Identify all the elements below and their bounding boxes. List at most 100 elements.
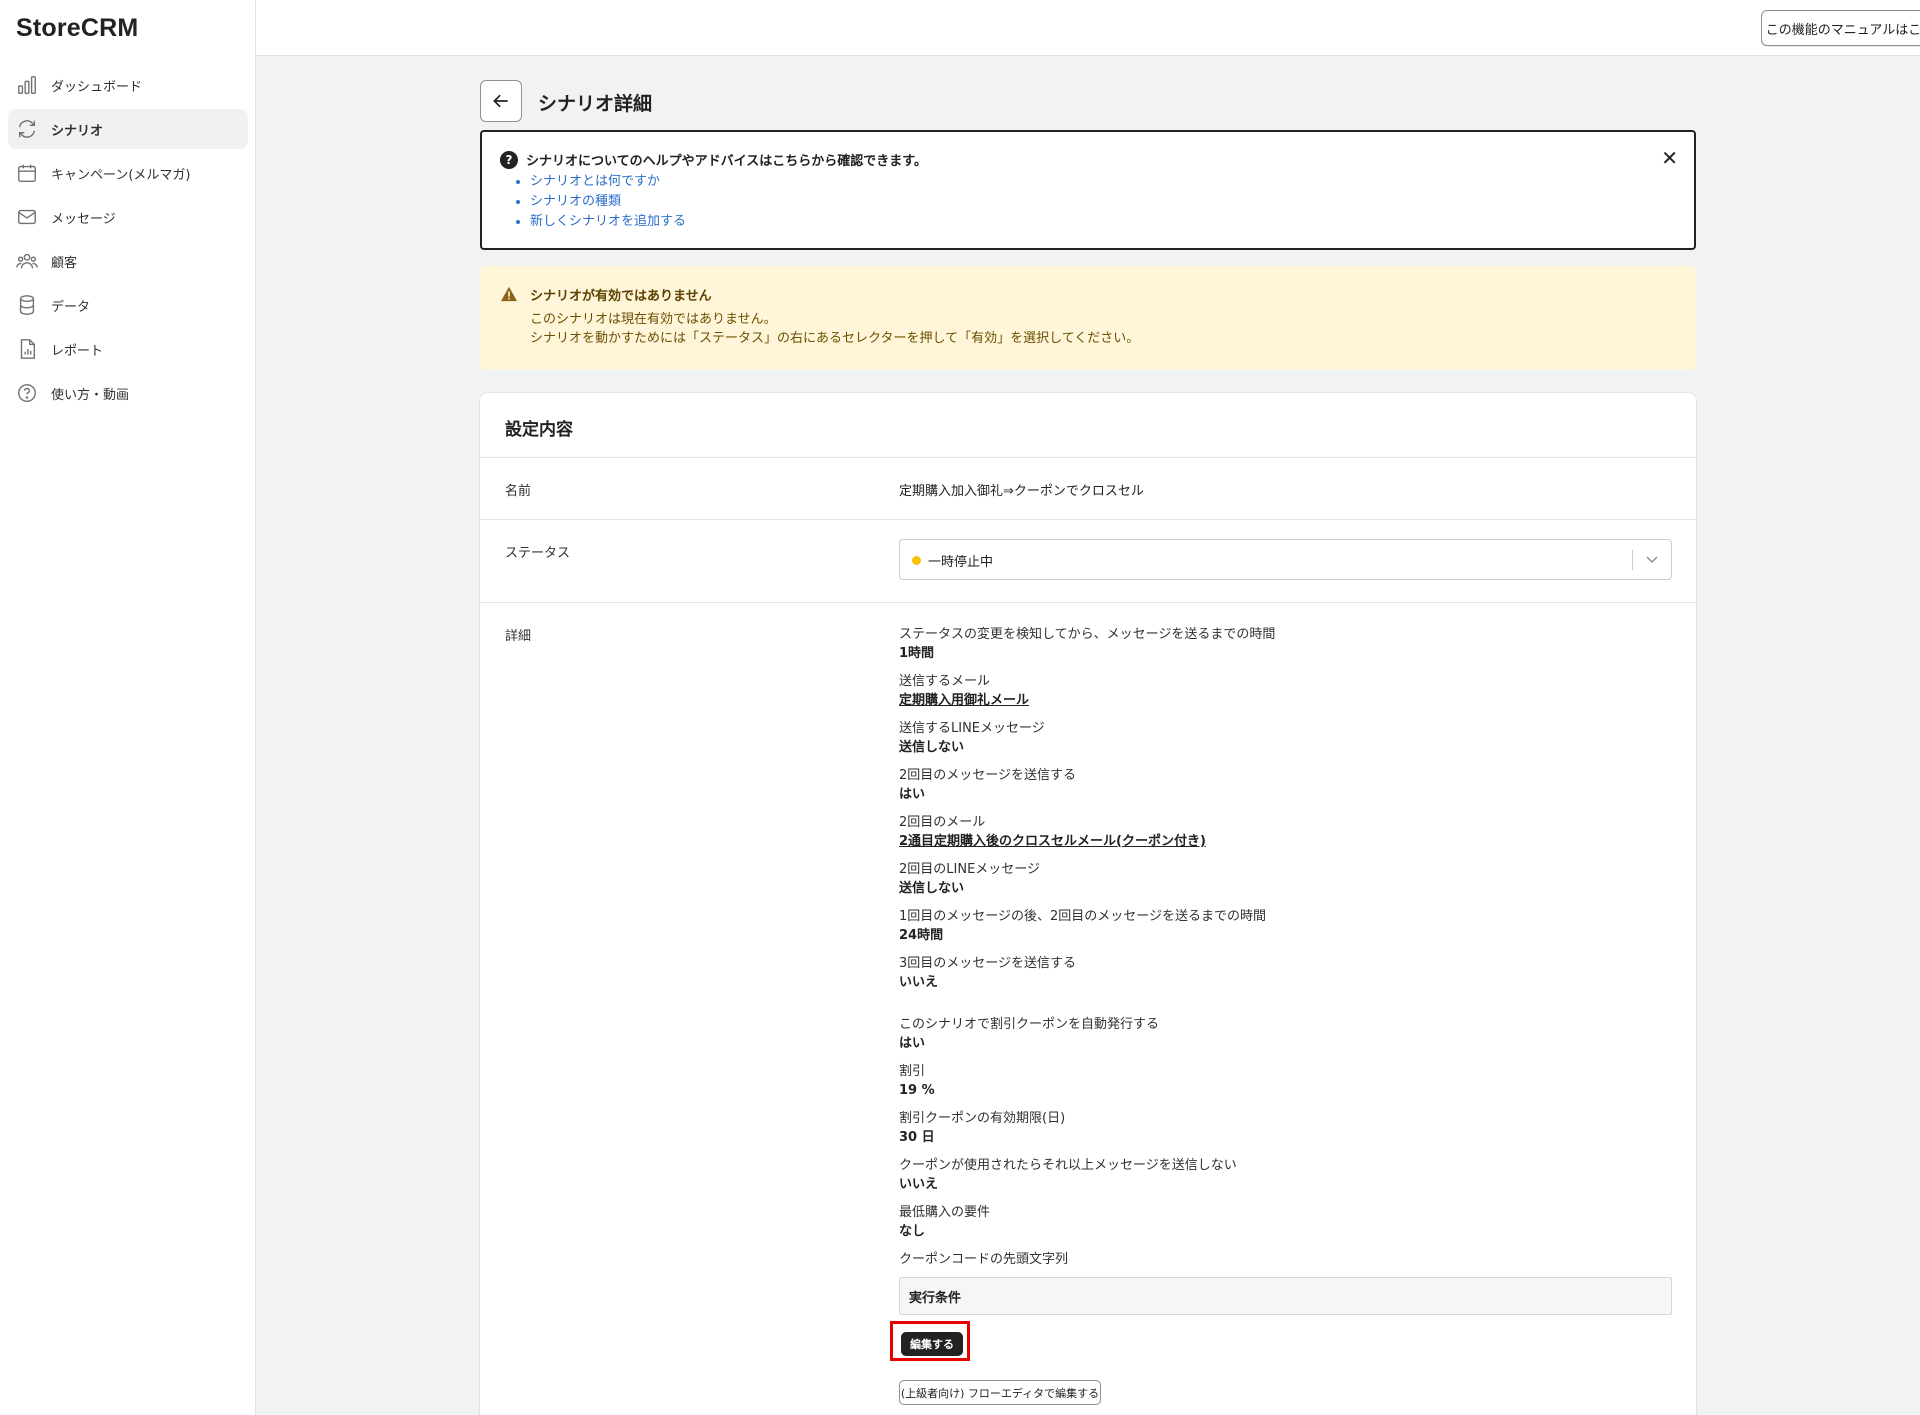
condition-title: 実行条件 — [909, 1291, 962, 1306]
top-bar: この機能のマニュアルはこちら — [256, 0, 1920, 56]
email-link[interactable]: 定期購入用御礼メール — [899, 691, 1672, 710]
detail-item: このシナリオで割引クーポンを自動発行する はい — [899, 1015, 1672, 1053]
detail-item-label: このシナリオで割引クーポンを自動発行する — [899, 1017, 1160, 1032]
detail-item-label: 2回目のLINEメッセージ — [899, 862, 1041, 877]
status-row: ステータス 一時停止中 — [480, 519, 1696, 602]
name-row: 名前 定期購入加入御礼⇒クーポンでクロスセル — [480, 457, 1696, 519]
edit-button[interactable]: 編集する — [901, 1332, 963, 1356]
people-icon — [16, 250, 38, 272]
app-logo: StoreCRM — [16, 14, 139, 42]
help-link-add-scenario[interactable]: 新しくシナリオを追加する — [530, 214, 686, 229]
manual-button[interactable]: この機能のマニュアルはこちら — [1761, 10, 1920, 46]
detail-item-label: クーポンが使用されたらそれ以上メッセージを送信しない — [899, 1158, 1237, 1173]
help-title-text: シナリオについてのヘルプやアドバイスはこちらから確認できます。 — [526, 154, 927, 169]
detail-item: 2回目のLINEメッセージ 送信しない — [899, 860, 1672, 898]
sidebar-item-howto[interactable]: 使い方・動画 — [8, 373, 248, 413]
condition-box: 実行条件 — [899, 1277, 1672, 1315]
flow-editor-button[interactable]: (上級者向け) フローエディタで編集する — [899, 1380, 1101, 1405]
sidebar-item-label: 使い方・動画 — [51, 387, 130, 403]
help-link-scenario-types[interactable]: シナリオの種類 — [530, 194, 621, 209]
calendar-icon — [16, 162, 38, 184]
detail-item-value: 送信しない — [899, 881, 965, 896]
sidebar-item-label: 顧客 — [51, 255, 78, 271]
sidebar-item-data[interactable]: データ — [8, 285, 248, 325]
detail-item: クーポンコードの先頭文字列 — [899, 1250, 1672, 1269]
detail-item: クーポンが使用されたらそれ以上メッセージを送信しない いいえ — [899, 1156, 1672, 1194]
detail-item-label: 割引クーポンの有効期限(日) — [899, 1111, 1066, 1126]
sidebar-item-message[interactable]: メッセージ — [8, 197, 248, 237]
chevron-down-icon — [1646, 556, 1658, 564]
status-dot — [912, 556, 921, 565]
detail-item-label: 割引 — [899, 1064, 926, 1079]
help-banner: ? シナリオについてのヘルプやアドバイスはこちらから確認できます。 シナリオとは… — [480, 130, 1696, 250]
help-links: シナリオとは何ですか シナリオの種類 新しくシナリオを追加する — [530, 172, 686, 232]
sidebar-item-scenario[interactable]: シナリオ — [8, 109, 248, 149]
sidebar-item-label: メッセージ — [51, 211, 116, 227]
detail-item-value: 1時間 — [899, 646, 935, 661]
sidebar: StoreCRM ダッシュボード シナリオ キャンペーン(メルマガ) メッセージ — [0, 0, 256, 1415]
edit-button-highlight: 編集する — [890, 1321, 970, 1361]
detail-item-value: いいえ — [899, 1177, 939, 1192]
detail-item-label: 2回目のメール — [899, 815, 986, 830]
select-divider — [1632, 550, 1633, 570]
detail-item-label: 2回目のメッセージを送信する — [899, 768, 1077, 783]
warning-title: シナリオが有効ではありません — [530, 289, 712, 304]
refresh-icon — [16, 118, 38, 140]
detail-item-value: いいえ — [899, 975, 939, 990]
status-value: 一時停止中 — [928, 555, 994, 570]
detail-item: 2回目のメッセージを送信する はい — [899, 766, 1672, 804]
sidebar-item-campaign[interactable]: キャンペーン(メルマガ) — [8, 153, 248, 193]
detail-item-label: 3回目のメッセージを送信する — [899, 956, 1077, 971]
status-select[interactable]: 一時停止中 — [899, 539, 1672, 580]
page-title: シナリオ詳細 — [538, 93, 653, 115]
sidebar-item-label: キャンペーン(メルマガ) — [51, 167, 191, 183]
detail-item: 割引 19 % — [899, 1062, 1672, 1100]
detail-item-value: 送信しない — [899, 740, 965, 755]
coupon-prefix-label: クーポンコードの先頭文字列 — [899, 1252, 1069, 1267]
detail-item: 送信するメール 定期購入用御礼メール — [899, 672, 1672, 710]
detail-item-value: 30 日 — [899, 1130, 935, 1145]
help-circle-icon: ? — [500, 150, 518, 169]
detail-item: 2回目のメール 2通目定期購入後のクロスセルメール(クーポン付き) — [899, 813, 1672, 851]
database-icon — [16, 294, 38, 316]
sidebar-item-label: シナリオ — [51, 123, 104, 139]
warning-banner: シナリオが有効ではありません このシナリオは現在有効ではありません。 シナリオを… — [480, 266, 1696, 370]
detail-spacer — [899, 1001, 1672, 1015]
detail-item-value: なし — [899, 1224, 926, 1239]
sidebar-item-report[interactable]: レポート — [8, 329, 248, 369]
sidebar-item-customers[interactable]: 顧客 — [8, 241, 248, 281]
sidebar-nav: ダッシュボード シナリオ キャンペーン(メルマガ) メッセージ 顧客 データ レ… — [8, 65, 248, 417]
detail-item-value: 19 % — [899, 1083, 935, 1098]
detail-item: 最低購入の要件 なし — [899, 1203, 1672, 1241]
sidebar-item-label: データ — [51, 299, 91, 315]
detail-item-label: 最低購入の要件 — [899, 1205, 991, 1220]
arrow-left-icon — [493, 94, 508, 108]
close-icon[interactable]: ✕ — [1661, 148, 1678, 168]
sidebar-item-dashboard[interactable]: ダッシュボード — [8, 65, 248, 105]
help-link-item: シナリオとは何ですか — [530, 172, 686, 192]
report-icon — [16, 338, 38, 360]
warning-icon — [501, 286, 517, 302]
second-email-link[interactable]: 2通目定期購入後のクロスセルメール(クーポン付き) — [899, 832, 1672, 851]
name-label: 名前 — [505, 484, 532, 499]
help-title: ? シナリオについてのヘルプやアドバイスはこちらから確認できます。 — [500, 150, 927, 169]
detail-item: 1回目のメッセージの後、2回目のメッセージを送るまでの時間 24時間 — [899, 907, 1672, 945]
title-row: シナリオ詳細 — [480, 80, 1696, 122]
envelope-icon — [16, 206, 38, 228]
warning-text: このシナリオは現在有効ではありません。 シナリオを動かすためには「ステータス」の… — [530, 310, 1139, 348]
detail-item: 3回目のメッセージを送信する いいえ — [899, 954, 1672, 992]
warning-line-1: このシナリオは現在有効ではありません。 — [530, 312, 777, 327]
question-icon — [16, 382, 38, 404]
help-link-what-is-scenario[interactable]: シナリオとは何ですか — [530, 174, 660, 189]
detail-item-value: はい — [899, 1036, 926, 1051]
settings-title: 設定内容 — [505, 420, 573, 440]
name-value: 定期購入加入御礼⇒クーポンでクロスセル — [899, 484, 1144, 499]
help-link-item: シナリオの種類 — [530, 192, 686, 212]
back-button[interactable] — [480, 80, 522, 122]
detail-item: ステータスの変更を検知してから、メッセージを送るまでの時間 1時間 — [899, 625, 1672, 663]
bar-chart-icon — [16, 74, 38, 96]
detail-item-label: ステータスの変更を検知してから、メッセージを送るまでの時間 — [899, 627, 1276, 642]
warning-line-2: シナリオを動かすためには「ステータス」の右にあるセレクターを押して「有効」を選択… — [530, 331, 1140, 346]
status-label: ステータス — [505, 546, 571, 561]
help-link-item: 新しくシナリオを追加する — [530, 212, 686, 232]
